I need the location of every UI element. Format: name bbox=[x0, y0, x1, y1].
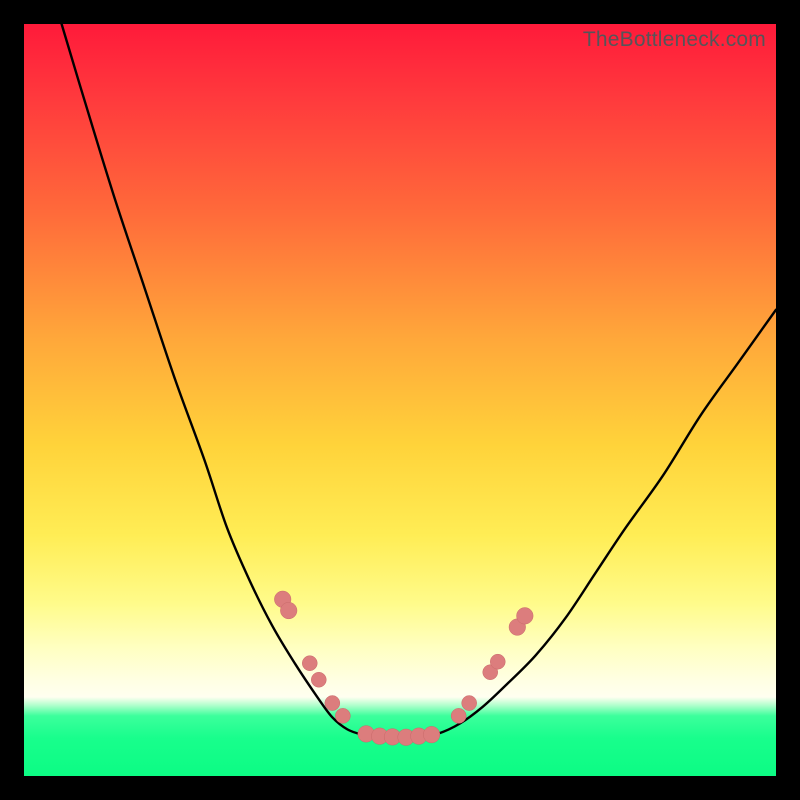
curve-group bbox=[62, 24, 776, 738]
marker-dot bbox=[335, 708, 350, 723]
marker-dot bbox=[311, 672, 326, 687]
marker-dot bbox=[302, 656, 317, 671]
marker-dot bbox=[280, 602, 297, 619]
marker-dot bbox=[490, 654, 505, 669]
chart-svg bbox=[24, 24, 776, 776]
plot-area: TheBottleneck.com bbox=[24, 24, 776, 776]
marker-dot bbox=[517, 608, 534, 625]
v-curve-path bbox=[62, 24, 776, 738]
marker-dot bbox=[423, 726, 440, 743]
chart-frame: TheBottleneck.com bbox=[0, 0, 800, 800]
marker-dot bbox=[325, 696, 340, 711]
marker-dot bbox=[451, 708, 466, 723]
marker-dot bbox=[462, 696, 477, 711]
marker-group bbox=[274, 591, 533, 746]
